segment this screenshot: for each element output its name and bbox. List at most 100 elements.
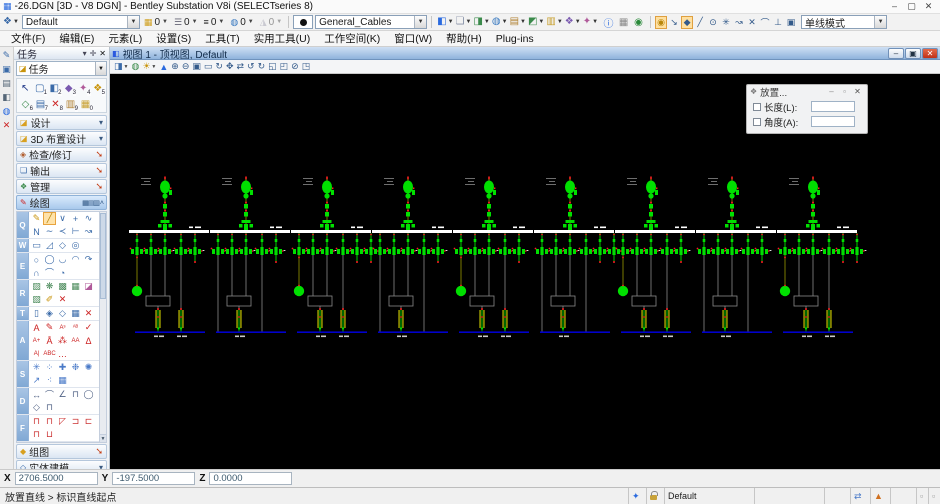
tool-d-icon[interactable]: ⌒ [43, 388, 56, 401]
active-level-display[interactable]: Default [664, 488, 754, 504]
menu-item-5[interactable]: 工具(T) [198, 31, 246, 46]
tool-f-icon[interactable]: ⊓ [30, 415, 43, 428]
references-icon[interactable]: ◨▼ [472, 15, 490, 29]
intersection-snap-icon[interactable]: ✕ [746, 16, 758, 29]
open-task-arrow-icon[interactable]: ➘ [95, 165, 103, 176]
chevron-down-icon[interactable]: ▾ [99, 118, 103, 127]
saved-views-icon[interactable]: ◩▼ [527, 15, 545, 29]
line-mode-combo[interactable]: 单线模式 ▼ [801, 15, 887, 29]
tool-r-icon[interactable]: ▩ [56, 280, 69, 293]
dropdown-arrow-icon[interactable]: ▼ [276, 19, 282, 25]
menu-item-8[interactable]: 窗口(W) [387, 31, 439, 46]
bisector-snap-icon[interactable]: ↝ [733, 16, 745, 29]
tool-r-icon[interactable]: ✕ [56, 293, 69, 306]
tool-w-icon[interactable]: ◿ [43, 239, 56, 252]
walk-view-icon[interactable]: ⇄ [236, 60, 246, 73]
x-coordinate-input[interactable] [15, 472, 98, 485]
dropdown-arrow-icon[interactable]: ▼ [557, 19, 563, 25]
view-next-icon[interactable]: ↻ [257, 60, 267, 73]
tool-q-icon[interactable]: + [69, 212, 82, 225]
tool-e-icon[interactable]: ◡ [56, 253, 69, 266]
dropdown-arrow-icon[interactable]: ▼ [162, 19, 168, 25]
copy-view-icon[interactable]: ◱ [267, 60, 278, 73]
section-检查/修订[interactable]: ◈检查/修订➘ [16, 147, 107, 162]
multi-snap-icon[interactable]: ▣ [785, 16, 797, 29]
tool-r-icon[interactable]: ▨ [30, 280, 43, 293]
minimize-button[interactable]: – [886, 1, 903, 12]
tool-s-icon[interactable]: ▦ [56, 374, 69, 387]
tool-e-icon[interactable]: ◯ [43, 253, 56, 266]
dropdown-arrow-icon[interactable]: ▼ [192, 19, 198, 25]
tool-a-icon[interactable]: Δ [82, 334, 95, 347]
strip-models-icon[interactable]: ◧ [2, 93, 11, 102]
tool-r-icon[interactable]: ❋ [43, 280, 56, 293]
dropdown-arrow-icon[interactable]: ▼ [520, 19, 526, 25]
center-snap-icon[interactable]: ⊙ [707, 16, 719, 29]
keypoint-snap-icon[interactable]: ◆ [681, 16, 693, 29]
status-mini-icon-1[interactable]: ▫ [916, 488, 928, 504]
strip-link-icon[interactable]: ▣ [2, 65, 11, 74]
tool-w-icon[interactable]: ◎ [69, 239, 82, 252]
tool-e-icon[interactable]: ⌒ [43, 266, 56, 279]
view-pointer-icon[interactable]: ▲ [158, 60, 169, 73]
tool-e-icon[interactable]: ○ [30, 253, 43, 266]
tool-d-icon[interactable]: ↔ [30, 388, 43, 401]
tool-a-icon[interactable]: Å [43, 334, 56, 347]
open-task-arrow-icon[interactable]: ➘ [95, 446, 103, 457]
view-attributes-icon[interactable]: ◨▼ [113, 60, 129, 73]
clip-volume-icon[interactable]: ◰ [279, 60, 290, 73]
section-设计[interactable]: ◪设计▾ [16, 115, 107, 130]
close-button[interactable]: ✕ [920, 1, 937, 12]
view-restore-button[interactable]: ▣ [905, 48, 921, 59]
tool-a-icon[interactable]: ✓ [82, 321, 95, 334]
tool-d-icon[interactable]: ⊓ [43, 401, 56, 414]
tool-s-icon[interactable]: ↗ [30, 374, 43, 387]
menu-item-1[interactable]: 文件(F) [4, 31, 52, 46]
tool-s-icon[interactable]: ⁘ [43, 361, 56, 374]
main-tool-4[interactable]: ✦4 [76, 80, 91, 96]
strip-delete-icon[interactable]: ✕ [3, 121, 11, 130]
main-tool-7[interactable]: ▤7 [33, 96, 48, 112]
tool-w-icon[interactable]: ▭ [30, 239, 43, 252]
section-绘图[interactable]: ✎绘图▦▤▥ ˄ [16, 195, 107, 210]
active-level-combo[interactable]: Default ▼ [22, 15, 140, 29]
tool-q-icon[interactable]: ∿ [82, 212, 95, 225]
tool-r-icon[interactable]: ▧ [30, 293, 43, 306]
active-transparency-control[interactable]: ◍0▼ [228, 15, 255, 29]
open-task-arrow-icon[interactable]: ➘ [95, 181, 103, 192]
dropdown-arrow-icon[interactable]: ▼ [218, 19, 224, 25]
new-file-icon[interactable]: ❏▼ [455, 15, 473, 29]
tool-s-icon[interactable]: ✺ [82, 361, 95, 374]
status-mini-icon-2[interactable]: ▫ [928, 488, 940, 504]
clip-mask-icon[interactable]: ⊘ [290, 60, 300, 73]
angle-checkbox[interactable] [753, 118, 761, 126]
combo-arrow-icon[interactable]: ▼ [874, 16, 886, 28]
tool-s-icon[interactable]: ✚ [56, 361, 69, 374]
tool-w-icon[interactable]: ◇ [56, 239, 69, 252]
active-color-control[interactable]: ▦0▼ [142, 15, 170, 29]
tool-q-icon[interactable]: ∼ [43, 225, 56, 238]
dropdown-arrow-icon[interactable]: ▼ [448, 19, 454, 25]
length-input[interactable] [811, 101, 855, 112]
zoom-in-icon[interactable]: ⊕ [170, 60, 180, 73]
design-history-indicator[interactable]: ▲ [870, 488, 890, 504]
tool-e-icon[interactable]: ◔ [56, 266, 69, 279]
menu-item-4[interactable]: 设置(S) [149, 31, 198, 46]
maximize-button[interactable]: ▢ [903, 1, 920, 12]
dropdown-arrow-icon[interactable]: ▼ [538, 19, 544, 25]
main-tool-3[interactable]: ◆3 [62, 80, 77, 96]
z-coordinate-input[interactable] [209, 472, 292, 485]
section-3D 布置设计[interactable]: ◪3D 布置设计▾ [16, 131, 107, 146]
tool-a-icon[interactable]: A+ [30, 334, 43, 347]
main-tool-1[interactable]: ▢1 [33, 80, 48, 96]
tool-a-icon[interactable]: ⁂ [56, 334, 69, 347]
status-cell-empty-3[interactable] [890, 488, 916, 504]
tool-q-icon[interactable]: ⊢ [69, 225, 82, 238]
chevron-down-icon[interactable]: ▾ [99, 134, 103, 143]
raster-manager-icon[interactable]: ◍▼ [491, 15, 509, 29]
element-template-dropdown[interactable]: ❖▼ [2, 15, 20, 29]
combo-arrow-icon[interactable]: ▼ [414, 16, 426, 28]
dropdown-arrow-icon[interactable]: ▼ [484, 19, 490, 25]
fit-view-icon[interactable]: ▭ [203, 60, 214, 73]
main-tool-0[interactable]: ▦0 [78, 96, 93, 112]
